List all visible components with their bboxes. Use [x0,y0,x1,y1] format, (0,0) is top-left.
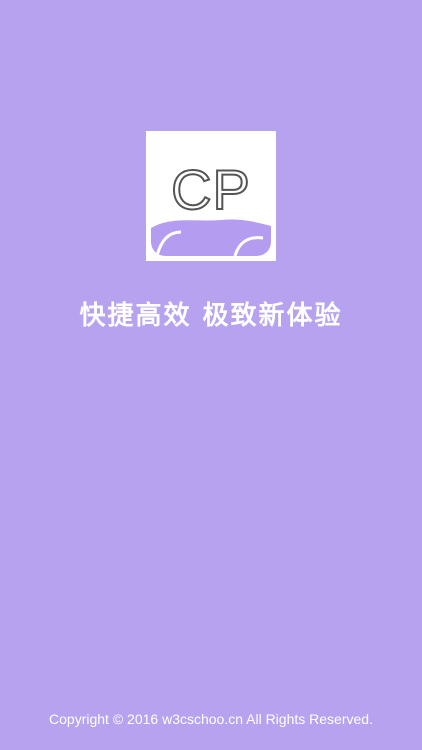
tagline: 快捷高效 极致新体验 [79,301,343,331]
copyright-text: Copyright © 2016 w3cschoo.cn All Rights … [49,711,373,727]
splash-screen: CP 快捷高效 极致新体验 Copyright © 2016 w3cschoo.… [0,0,422,750]
logo-text: CP [170,158,251,221]
app-logo: CP [146,131,276,261]
cp-logo-icon: CP [151,136,271,256]
